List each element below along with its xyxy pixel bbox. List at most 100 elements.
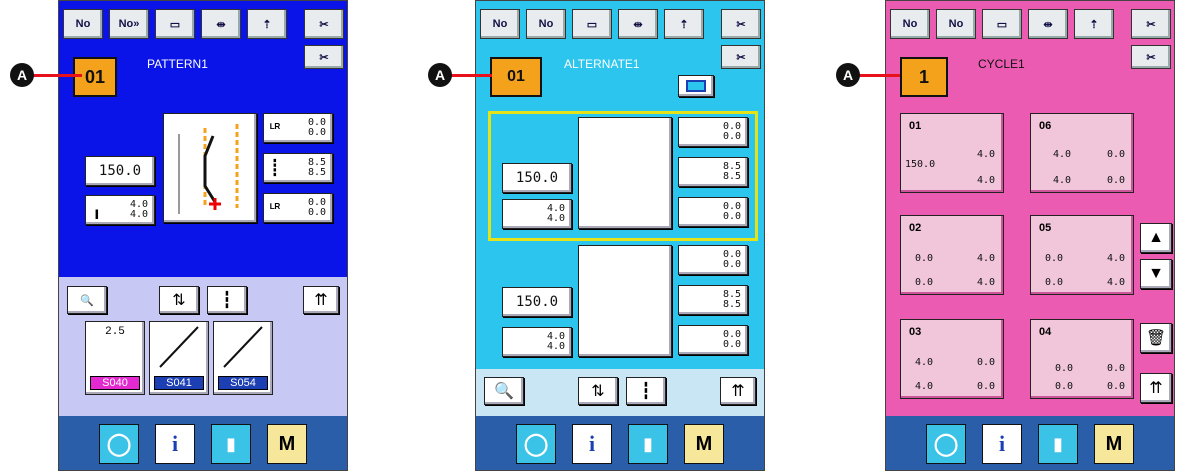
thread-trimmer-button[interactable]: ✂ (721, 9, 761, 39)
lr-icon: ᴸᴿ (270, 201, 281, 215)
stitch-select-button[interactable]: ┇ (207, 286, 247, 314)
pattern-next-button[interactable]: No» (109, 9, 149, 39)
mode-button[interactable]: M (684, 424, 724, 464)
thread-setting-button[interactable]: ⇅ (159, 286, 199, 314)
ready-icon: ◯ (933, 431, 959, 456)
thread-trimmer-button[interactable]: ✂ (304, 9, 344, 39)
thread-clamp-button[interactable]: ✂ (304, 45, 344, 69)
ready-button[interactable]: ◯ (926, 424, 966, 464)
ready-button[interactable]: ◯ (99, 424, 139, 464)
info-button[interactable]: i (572, 424, 612, 464)
stitch-slot-1[interactable]: 2.5 S040 (85, 321, 145, 395)
mode-button[interactable]: M (267, 424, 307, 464)
info-button[interactable]: i (155, 424, 195, 464)
communication-button[interactable]: ▮ (628, 424, 668, 464)
trash-icon: 🗑 (1145, 330, 1167, 347)
list-up-button[interactable]: ⇈ (1140, 373, 1172, 403)
stitch-length-button[interactable]: ╻ 4.0 4.0 (85, 195, 155, 225)
reverse-top-button[interactable]: ᴸᴿ 0.0 0.0 (263, 113, 333, 143)
callout-a: A (836, 63, 860, 87)
pattern-panel: No No» ▭ ⇹ ⇡ ✂ ✂ PATTERN1 01 150.0 ᴸᴿ 0.0… (58, 0, 348, 471)
callout-a: A (10, 63, 34, 87)
upper-stitch-length-button[interactable]: 4.0 4.0 (502, 199, 572, 229)
thread-clamp-button[interactable]: ✂ (1131, 45, 1171, 69)
bottom-bar: ◯ i ▮ M (886, 416, 1174, 470)
pattern-search-button[interactable]: 🔍 (484, 377, 524, 405)
density-button[interactable]: ┋ 8.5 8.5 (263, 153, 333, 183)
cycle-no-next-button[interactable]: No (936, 9, 976, 39)
cycle-no-edit-button[interactable]: No (890, 9, 930, 39)
presser-button[interactable]: ⇡ (1074, 9, 1114, 39)
lower-reverse-top-button[interactable]: 0.0 0.0 (678, 245, 748, 275)
stitch-slot-2[interactable]: S041 (149, 321, 209, 395)
presser-button[interactable]: ⇡ (664, 9, 704, 39)
thread-tension-button[interactable]: ⇹ (201, 9, 241, 39)
lower-reverse-bottom-button[interactable]: 0.0 0.0 (678, 325, 748, 355)
seam-diagram[interactable] (163, 113, 257, 223)
thread-clamp-button[interactable]: ✂ (721, 45, 761, 69)
scroll-up-button[interactable]: ▲ (1140, 223, 1172, 253)
pattern-search-button[interactable]: 🔍 (67, 286, 107, 314)
communication-button[interactable]: ▮ (1038, 424, 1078, 464)
cycle-step-03[interactable]: 03 4.0 4.0 0.0 0.0 (900, 319, 1004, 399)
upper-reverse-top-button[interactable]: 0.0 0.0 (678, 117, 748, 147)
presser-button[interactable]: ⇡ (247, 9, 287, 39)
scroll-down-button[interactable]: ▼ (1140, 259, 1172, 289)
stitch-icon: ┇ (641, 383, 651, 400)
thread-setting-button[interactable]: ⇅ (578, 377, 618, 405)
lower-density-button[interactable]: 8.5 8.5 (678, 285, 748, 315)
info-icon: i (171, 431, 179, 456)
mode-button[interactable]: M (1094, 424, 1134, 464)
cycle-step-04[interactable]: 04 0.0 0.0 0.0 0.0 (1030, 319, 1134, 399)
ready-icon: ◯ (106, 431, 132, 456)
cycle-step-01[interactable]: 01 150.0 4.0 4.0 (900, 113, 1004, 193)
lr-icon: ᴸᴿ (270, 121, 281, 135)
bottom-bar: ◯ i ▮ M (476, 416, 764, 470)
memory-button[interactable]: ▭ (572, 9, 612, 39)
cycle-step-06[interactable]: 06 4.0 4.0 0.0 0.0 (1030, 113, 1134, 193)
lower-stitch-length-button[interactable]: 4.0 4.0 (502, 327, 572, 357)
pattern-no-alt-button[interactable]: No (526, 9, 566, 39)
thread-icon: ⇅ (591, 383, 605, 400)
upper-density-button[interactable]: 8.5 8.5 (678, 157, 748, 187)
bottom-bar: ◯ i ▮ M (59, 416, 347, 470)
reverse-bottom-button[interactable]: ᴸᴿ 0.0 0.0 (263, 193, 333, 223)
upper-seam-diagram[interactable] (578, 117, 672, 229)
stitch-code: S041 (154, 376, 204, 390)
cycle-step-05[interactable]: 05 0.0 0.0 4.0 4.0 (1030, 215, 1134, 295)
thread-tension-button[interactable]: ⇹ (618, 9, 658, 39)
pattern-number-button[interactable]: 01 (490, 57, 542, 97)
callout-a: A (428, 63, 452, 87)
communication-icon: ▮ (643, 433, 653, 454)
triangle-down-icon: ▼ (1148, 265, 1164, 282)
memory-button[interactable]: ▭ (982, 9, 1022, 39)
delete-step-button[interactable]: 🗑 (1140, 323, 1172, 353)
stitch-slot-3[interactable]: S054 (213, 321, 273, 395)
stitch-code: S040 (90, 376, 140, 390)
search-icon: 🔍 (494, 383, 514, 400)
upper-value-input[interactable]: 150.0 (502, 163, 572, 193)
ready-button[interactable]: ◯ (516, 424, 556, 464)
info-button[interactable]: i (982, 424, 1022, 464)
communication-button[interactable]: ▮ (211, 424, 251, 464)
search-icon: 🔍 (80, 294, 94, 307)
lower-seam-diagram[interactable] (578, 245, 672, 357)
list-up-button[interactable]: ⇈ (720, 377, 756, 405)
alternate-toggle-button[interactable] (678, 75, 714, 97)
stitch-icon: ╻ (92, 202, 102, 219)
cycle-step-02[interactable]: 02 0.0 0.0 4.0 4.0 (900, 215, 1004, 295)
thread-tension-button[interactable]: ⇹ (1028, 9, 1068, 39)
pattern-no-edit-button[interactable]: No (480, 9, 520, 39)
list-up-button[interactable]: ⇈ (303, 286, 339, 314)
lower-value-input[interactable]: 150.0 (502, 287, 572, 317)
cycle-number-button[interactable]: 1 (900, 57, 948, 97)
pattern-no-edit-button[interactable]: No (63, 9, 103, 39)
stitch-code: S054 (218, 376, 268, 390)
thread-trimmer-button[interactable]: ✂ (1131, 9, 1171, 39)
thread-icon: ⇅ (172, 292, 186, 309)
upper-reverse-bottom-button[interactable]: 0.0 0.0 (678, 197, 748, 227)
pattern-number-button[interactable]: 01 (73, 57, 117, 97)
value-left-input[interactable]: 150.0 (85, 156, 155, 186)
stitch-select-button[interactable]: ┇ (626, 377, 666, 405)
memory-button[interactable]: ▭ (155, 9, 195, 39)
